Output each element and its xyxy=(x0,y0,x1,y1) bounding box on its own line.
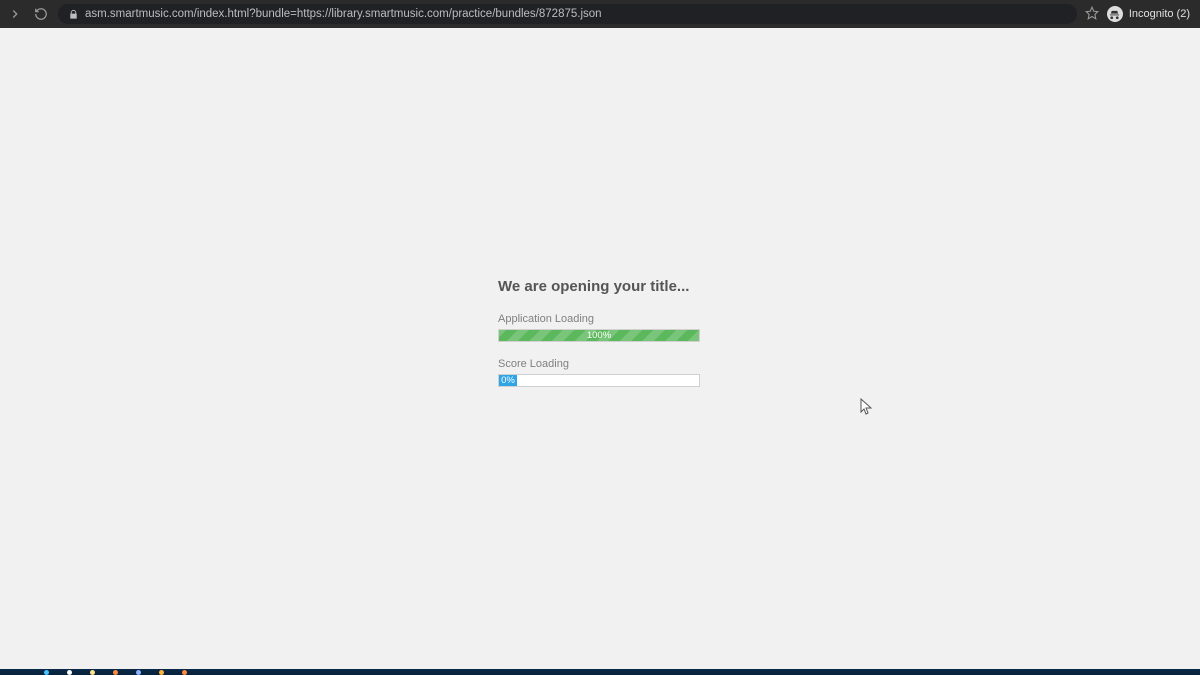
app-loading-percent: 100% xyxy=(587,331,611,341)
page-title: We are opening your title... xyxy=(498,278,708,295)
score-loading-progress: 0% xyxy=(498,374,700,387)
mouse-cursor-icon xyxy=(860,398,872,416)
browser-toolbar: asm.smartmusic.com/index.html?bundle=htt… xyxy=(0,0,1200,28)
score-loading-fill: 0% xyxy=(499,375,517,386)
score-loading-label: Score Loading xyxy=(498,358,708,370)
bookmark-star-icon[interactable] xyxy=(1085,6,1099,23)
app-loading-fill: 100% xyxy=(499,330,699,341)
url-text: asm.smartmusic.com/index.html?bundle=htt… xyxy=(85,8,602,20)
profile-label: Incognito (2) xyxy=(1129,8,1190,20)
incognito-icon xyxy=(1107,6,1123,22)
loading-panel: We are opening your title... Application… xyxy=(498,278,708,387)
score-loading-percent: 0% xyxy=(501,376,515,386)
windows-taskbar[interactable] xyxy=(0,669,1200,675)
page-viewport: We are opening your title... Application… xyxy=(0,28,1200,669)
address-bar[interactable]: asm.smartmusic.com/index.html?bundle=htt… xyxy=(58,4,1077,24)
app-loading-label: Application Loading xyxy=(498,313,708,325)
forward-button[interactable] xyxy=(6,5,24,23)
profile-chip[interactable]: Incognito (2) xyxy=(1107,6,1194,22)
app-loading-progress: 100% xyxy=(498,329,700,342)
lock-icon xyxy=(68,9,79,20)
reload-button[interactable] xyxy=(32,5,50,23)
